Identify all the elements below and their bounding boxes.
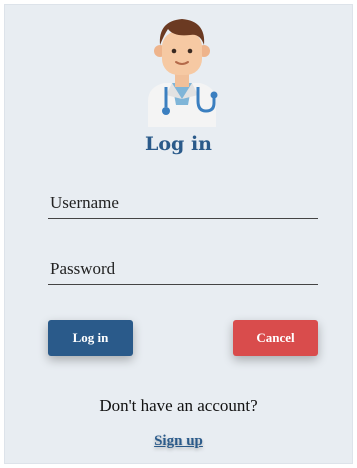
- signup-link[interactable]: Sign up: [5, 433, 352, 450]
- password-input[interactable]: [48, 255, 318, 285]
- login-button[interactable]: Log in: [48, 320, 133, 356]
- login-panel: Log in Log in Cancel Don't have an accou…: [4, 4, 353, 464]
- page-title: Log in: [145, 133, 212, 155]
- cancel-button[interactable]: Cancel: [233, 320, 318, 356]
- doctor-avatar-icon: [148, 19, 218, 127]
- signup-prompt: Don't have an account?: [99, 396, 258, 415]
- username-input[interactable]: [48, 189, 318, 219]
